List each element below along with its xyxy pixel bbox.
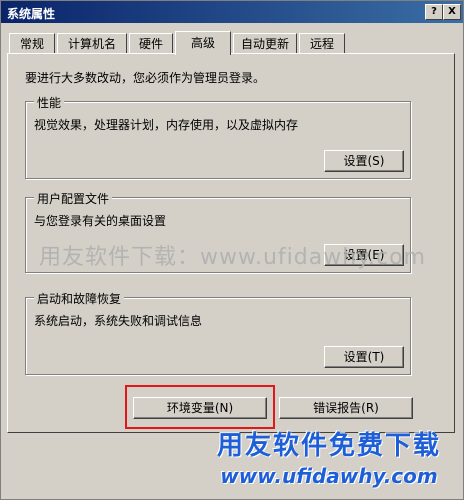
system-properties-dialog: 系统属性 ? X 常规 计算机名 硬件 高级 自动更新 远程 要进行大多数改动，… [0, 0, 464, 500]
close-button[interactable]: X [443, 4, 461, 20]
brand-title: 用友软件免费下载 [216, 431, 441, 461]
performance-group-title: 性能 [34, 94, 65, 111]
brand-url: www.ufidawhy.com [220, 464, 438, 488]
admin-notice: 要进行大多数改动，您必须作为管理员登录。 [25, 71, 266, 85]
window-title: 系统属性 [7, 7, 56, 21]
title-bar[interactable]: 系统属性 ? X [1, 1, 463, 23]
startup-recovery-group-title: 启动和故障恢复 [34, 290, 125, 307]
performance-description: 视觉效果，处理器计划，内存使用，以及虚拟内存 [34, 118, 299, 132]
performance-group: 性能 视觉效果，处理器计划，内存使用，以及虚拟内存 设置(S) [25, 94, 411, 179]
tab-hardware[interactable]: 硬件 [129, 33, 173, 53]
tab-automatic-updates[interactable]: 自动更新 [233, 33, 297, 53]
startup-recovery-settings-button[interactable]: 设置(T) [324, 346, 404, 368]
tab-computer-name[interactable]: 计算机名 [57, 33, 127, 53]
tab-general[interactable]: 常规 [9, 33, 55, 53]
highlight-box [125, 385, 275, 429]
startup-recovery-group: 启动和故障恢复 系统启动，系统失败和调试信息 设置(T) [25, 290, 411, 375]
watermark-text: 用友软件下载：www.ufidawhy.com [39, 245, 426, 270]
error-reporting-button[interactable]: 错误报告(R) [279, 397, 413, 419]
user-profiles-description: 与您登录有关的桌面设置 [34, 214, 167, 228]
help-button[interactable]: ? [425, 4, 443, 20]
tab-advanced[interactable]: 高级 [175, 31, 231, 55]
startup-recovery-description: 系统启动，系统失败和调试信息 [34, 314, 203, 328]
brand-watermark: 用友软件免费下载 www.ufidawhy.com [197, 425, 461, 488]
tab-remote[interactable]: 远程 [299, 33, 345, 53]
performance-settings-button[interactable]: 设置(S) [324, 150, 404, 172]
user-profiles-group-title: 用户配置文件 [34, 190, 113, 207]
